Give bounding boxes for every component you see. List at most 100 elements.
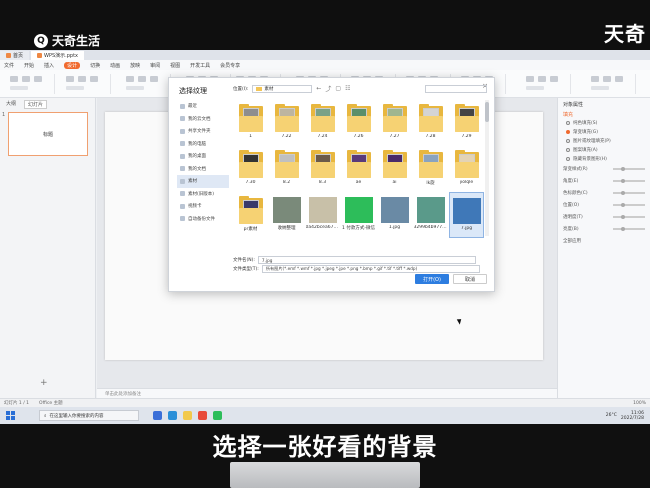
menu-item[interactable]: 开发工具 bbox=[190, 62, 210, 69]
dialog-sidebar-item[interactable]: 视频卡 bbox=[177, 200, 229, 213]
menu-item[interactable]: 开始 bbox=[24, 62, 34, 69]
filetype-select[interactable]: 所有图片(*.emf *.wmf *.jpg *.jpeg *.jpe *.pn… bbox=[261, 265, 480, 273]
edge-icon[interactable] bbox=[168, 411, 177, 420]
fill-setting-slider[interactable] bbox=[613, 214, 645, 219]
folder-item[interactable]: 7.26 bbox=[341, 100, 376, 146]
fill-setting-slider[interactable] bbox=[613, 190, 645, 195]
wps-taskbar-icon[interactable] bbox=[198, 411, 207, 420]
folder-item[interactable]: 7.22 bbox=[269, 100, 304, 146]
folder-item[interactable]: 7.30 bbox=[233, 146, 268, 192]
dialog-search-input[interactable] bbox=[425, 85, 487, 93]
fill-option[interactable]: 图案填充(A) bbox=[558, 145, 650, 154]
zoom-level[interactable]: 100% bbox=[633, 401, 646, 406]
fill-section[interactable]: 填充 bbox=[558, 111, 650, 118]
image-file-item[interactable]: 3299b4b97703d... bbox=[413, 192, 448, 238]
fill-option[interactable]: 渐变填充(G) bbox=[558, 127, 650, 136]
fill-setting-slider[interactable] bbox=[613, 166, 645, 171]
file-grid-scrollbar[interactable] bbox=[485, 100, 489, 236]
cancel-button[interactable]: 取消 bbox=[453, 274, 487, 284]
dialog-sidebar-item[interactable]: 我的桌面 bbox=[177, 150, 229, 163]
folder-item[interactable]: 7.28 bbox=[413, 100, 448, 146]
fill-setting-slider[interactable] bbox=[613, 226, 645, 231]
fill-option[interactable]: 纯色填充(S) bbox=[558, 118, 650, 127]
weather[interactable]: 26°C bbox=[606, 413, 617, 418]
folder-item[interactable]: pr素材 bbox=[233, 192, 268, 238]
location-select[interactable]: 素材 bbox=[252, 84, 313, 93]
folder-item[interactable]: 8.2 bbox=[269, 146, 304, 192]
menu-item[interactable]: 动画 bbox=[110, 62, 120, 69]
menu-item[interactable]: 设计 bbox=[64, 61, 81, 69]
toolbar-tool-label[interactable] bbox=[126, 86, 144, 90]
toolbar-tool-label[interactable] bbox=[66, 86, 84, 90]
image-file-item[interactable]: 7.jpg bbox=[449, 192, 484, 238]
image-file-item[interactable]: 1.jpg bbox=[377, 192, 412, 238]
toolbar-tool-label[interactable] bbox=[526, 86, 544, 90]
task-view-icon[interactable] bbox=[153, 411, 162, 420]
folder-item[interactable]: 7.27 bbox=[377, 100, 412, 146]
open-button[interactable]: 打开(O) bbox=[415, 274, 449, 284]
toolbar-tool-icon[interactable] bbox=[34, 76, 42, 82]
notes-pane[interactable]: 单击此处添加备注 bbox=[97, 388, 557, 398]
tab-document[interactable]: WPS演示.pptx bbox=[31, 50, 85, 60]
new-folder-icon[interactable]: ▢ bbox=[335, 85, 341, 92]
fill-option[interactable]: 隐藏背景图形(H) bbox=[558, 154, 650, 163]
fill-setting-slider[interactable] bbox=[613, 178, 645, 183]
toolbar-tool-label[interactable] bbox=[10, 86, 28, 90]
filename-field[interactable]: 7.jpg bbox=[257, 256, 476, 264]
file-explorer-icon[interactable] bbox=[183, 411, 192, 420]
toolbar-tool-icon[interactable] bbox=[10, 76, 18, 82]
menu-item[interactable]: 放映 bbox=[130, 62, 140, 69]
folder-item[interactable]: 7.29 bbox=[449, 100, 484, 146]
tab-outline[interactable]: 大纲 bbox=[6, 100, 16, 109]
toolbar-tool-icon[interactable] bbox=[138, 76, 146, 82]
add-slide-button[interactable]: + bbox=[40, 378, 48, 388]
toolbar-tool-icon[interactable] bbox=[150, 76, 158, 82]
dialog-sidebar-item[interactable]: 共享文件夹 bbox=[177, 125, 229, 138]
folder-item[interactable]: lk旋 bbox=[413, 146, 448, 192]
fill-setting-slider[interactable] bbox=[613, 202, 645, 207]
slide-thumbnail[interactable]: 标题 bbox=[8, 112, 88, 156]
dialog-sidebar-item[interactable]: 我的电脑 bbox=[177, 138, 229, 151]
dialog-sidebar-item[interactable]: 素材(旧版本) bbox=[177, 188, 229, 201]
toolbar-tool-icon[interactable] bbox=[126, 76, 134, 82]
folder-item[interactable]: ae bbox=[341, 146, 376, 192]
toolbar-tool-icon[interactable] bbox=[90, 76, 98, 82]
toolbar-tool-icon[interactable] bbox=[550, 76, 558, 82]
folder-item[interactable]: 8.3 bbox=[305, 146, 340, 192]
dialog-sidebar-item[interactable]: 最近 bbox=[177, 100, 229, 113]
toolbar-tool-icon[interactable] bbox=[603, 76, 611, 82]
image-file-item[interactable]: 1 付款方式-微信 bbox=[341, 192, 376, 238]
menu-item[interactable]: 会员专享 bbox=[220, 62, 240, 69]
menu-item[interactable]: 视图 bbox=[170, 62, 180, 69]
toolbar-tool-label[interactable] bbox=[591, 86, 609, 90]
toolbar-tool-icon[interactable] bbox=[66, 76, 74, 82]
wechat-icon[interactable] bbox=[213, 411, 222, 420]
menu-item[interactable]: 审阅 bbox=[150, 62, 160, 69]
menu-item[interactable]: 插入 bbox=[44, 62, 54, 69]
folder-item[interactable]: 1 bbox=[233, 100, 268, 146]
folder-item[interactable]: ai bbox=[377, 146, 412, 192]
menu-item[interactable]: 切换 bbox=[90, 62, 100, 69]
tab-home[interactable]: 首页 bbox=[0, 50, 30, 60]
menu-item[interactable]: 文件 bbox=[4, 62, 14, 69]
back-icon[interactable]: ← bbox=[316, 85, 321, 92]
taskbar-search-input[interactable]: ⌕ 在这里输入你要搜索的内容 bbox=[39, 410, 139, 421]
dialog-sidebar-item[interactable]: 自动备份文件 bbox=[177, 213, 229, 226]
view-mode-icon[interactable]: ☷ bbox=[345, 85, 350, 92]
fill-option[interactable]: 图片或纹理填充(P) bbox=[558, 136, 650, 145]
dialog-sidebar-item[interactable]: 素材 bbox=[177, 175, 229, 188]
image-file-item[interactable]: 0a42bcea67099... bbox=[305, 192, 340, 238]
toolbar-tool-icon[interactable] bbox=[591, 76, 599, 82]
folder-item[interactable]: 7.24 bbox=[305, 100, 340, 146]
toolbar-tool-icon[interactable] bbox=[615, 76, 623, 82]
toolbar-tool-icon[interactable] bbox=[22, 76, 30, 82]
up-folder-icon[interactable]: ⤴ bbox=[325, 84, 331, 93]
tab-slides[interactable]: 幻灯片 bbox=[24, 100, 48, 109]
toolbar-tool-icon[interactable] bbox=[526, 76, 534, 82]
clock[interactable]: 11:06 2022/7/28 bbox=[621, 411, 644, 421]
toolbar-tool-icon[interactable] bbox=[538, 76, 546, 82]
toolbar-tool-icon[interactable] bbox=[78, 76, 86, 82]
dialog-sidebar-item[interactable]: 我的云文档 bbox=[177, 113, 229, 126]
apply-all-button[interactable]: 全部应用 bbox=[563, 238, 581, 244]
folder-item[interactable]: jiolqle bbox=[449, 146, 484, 192]
